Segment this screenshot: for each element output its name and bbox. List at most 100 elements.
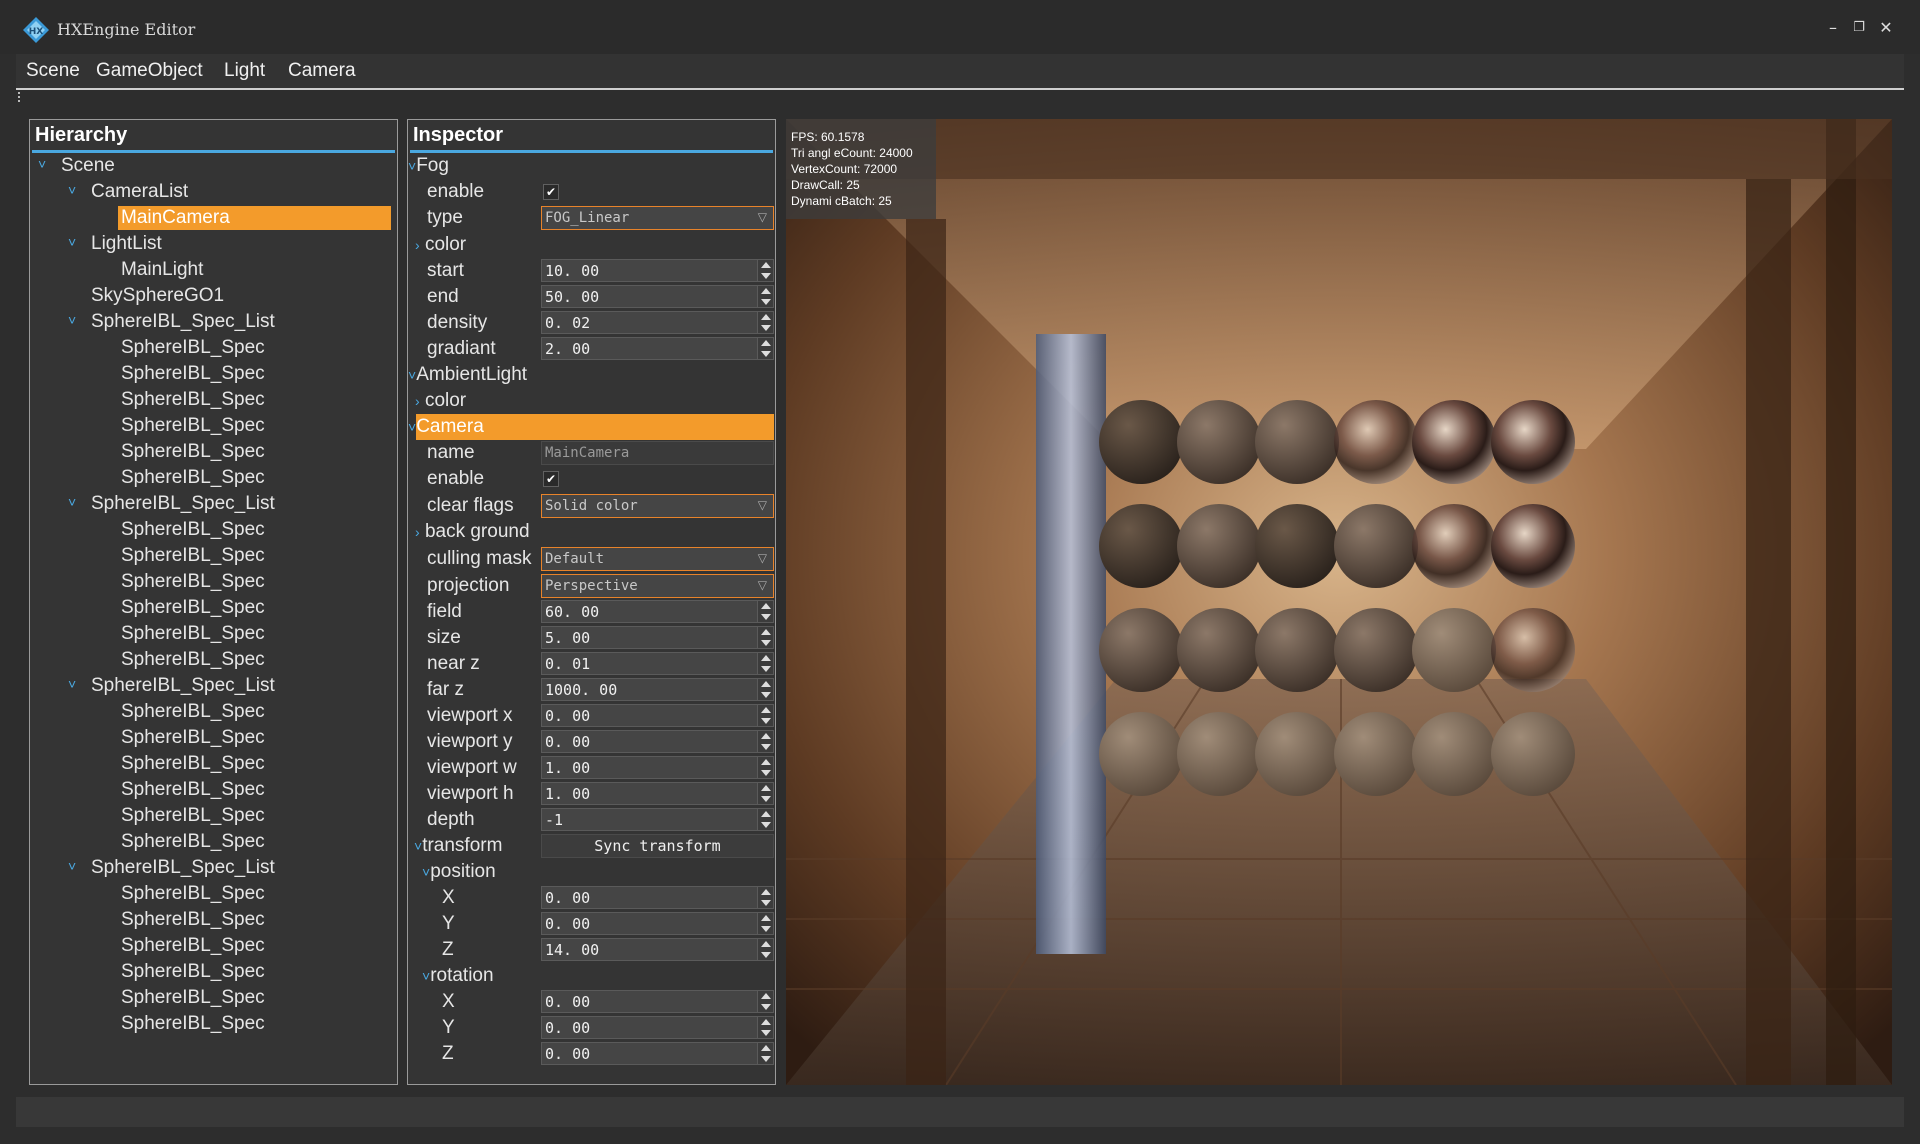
position-x-spinbox[interactable]: 0. 00 [541, 886, 774, 909]
spin-arrows-icon[interactable] [757, 1043, 773, 1064]
tree-row[interactable]: SphereIBL_Spec [30, 960, 395, 984]
field-spinbox[interactable]: 60. 00 [541, 600, 774, 623]
far-z-spinbox[interactable]: 1000. 00 [541, 678, 774, 701]
tree-row[interactable]: ˅ Scene [30, 154, 395, 178]
tree-row[interactable]: ˅ SphereIBL_Spec_List [30, 856, 395, 880]
rotation-x-spinbox[interactable]: 0. 00 [541, 990, 774, 1013]
viewport-w-spinbox[interactable]: 1. 00 [541, 756, 774, 779]
rotation-row[interactable]: ˅rotation [422, 964, 494, 988]
tree-row[interactable]: SphereIBL_Spec [30, 778, 395, 802]
tree-row[interactable]: SphereIBL_Spec [30, 1012, 395, 1036]
transform-row[interactable]: ˅transform [414, 834, 502, 858]
tree-row[interactable]: SphereIBL_Spec [30, 596, 395, 620]
fog-gradiant-spinbox[interactable]: 2. 00 [541, 337, 774, 360]
spin-arrows-icon[interactable] [757, 627, 773, 648]
position-z-spinbox[interactable]: 14. 00 [541, 938, 774, 961]
tree-row[interactable]: SphereIBL_Spec [30, 882, 395, 906]
viewport-x-spinbox[interactable]: 0. 00 [541, 704, 774, 727]
tree-row[interactable]: SphereIBL_Spec [30, 518, 395, 542]
viewport-h-spinbox[interactable]: 1. 00 [541, 782, 774, 805]
camera-name-field[interactable]: MainCamera [541, 441, 774, 465]
projection-select[interactable]: Perspective ▽ [541, 574, 774, 598]
toolbar-grip[interactable] [18, 92, 21, 102]
tree-row[interactable]: ˅ LightList [30, 232, 395, 256]
camera-enable-checkbox[interactable]: ✔ [543, 471, 559, 487]
close-icon[interactable]: ✕ [1876, 18, 1896, 38]
spin-arrows-icon[interactable] [757, 338, 773, 359]
tree-row[interactable]: SphereIBL_Spec [30, 336, 395, 360]
spin-arrows-icon[interactable] [757, 601, 773, 622]
tree-row[interactable]: SkySphereGO1 [30, 284, 395, 308]
scene-viewport[interactable] [786, 119, 1892, 1085]
rotation-y-spinbox[interactable]: 0. 00 [541, 1016, 774, 1039]
menu-scene[interactable]: Scene [26, 60, 80, 82]
spin-arrows-icon[interactable] [757, 783, 773, 804]
tree-row[interactable]: SphereIBL_Spec [30, 752, 395, 776]
background-row[interactable]: › back ground [415, 520, 530, 544]
ambient-section-header[interactable]: ˅AmbientLight [408, 363, 527, 387]
rotation-z-spinbox[interactable]: 0. 00 [541, 1042, 774, 1065]
spin-arrows-icon[interactable] [757, 887, 773, 908]
chevron-down-icon[interactable]: ˅ [68, 234, 82, 250]
menu-light[interactable]: Light [224, 60, 265, 82]
tree-row[interactable]: SphereIBL_Spec [30, 622, 395, 646]
tree-row[interactable]: SphereIBL_Spec [30, 440, 395, 464]
tree-row[interactable]: SphereIBL_Spec [30, 388, 395, 412]
chevron-down-icon[interactable]: ˅ [68, 312, 82, 328]
spin-arrows-icon[interactable] [757, 286, 773, 307]
tree-row[interactable]: ˅ SphereIBL_Spec_List [30, 674, 395, 698]
fog-start-spinbox[interactable]: 10. 00 [541, 259, 774, 282]
menu-gameobject[interactable]: GameObject [96, 60, 203, 82]
fog-section-header[interactable]: ˅Fog [408, 154, 449, 178]
chevron-down-icon[interactable]: ˅ [68, 182, 82, 198]
tree-row[interactable]: SphereIBL_Spec [30, 544, 395, 568]
tree-row[interactable]: SphereIBL_Spec [30, 362, 395, 386]
chevron-down-icon[interactable]: ˅ [38, 156, 52, 172]
minimize-icon[interactable]: – [1823, 18, 1843, 38]
spin-arrows-icon[interactable] [757, 679, 773, 700]
spin-arrows-icon[interactable] [757, 809, 773, 830]
tree-row[interactable]: SphereIBL_Spec [30, 570, 395, 594]
tree-row[interactable]: ˅ SphereIBL_Spec_List [30, 492, 395, 516]
tree-row[interactable]: SphereIBL_Spec [30, 908, 395, 932]
camera-section-header[interactable]: ˅Camera [408, 415, 484, 439]
tree-row[interactable]: SphereIBL_Spec [30, 934, 395, 958]
spin-arrows-icon[interactable] [757, 757, 773, 778]
tree-row[interactable]: ˅ SphereIBL_Spec_List [30, 310, 395, 334]
spin-arrows-icon[interactable] [757, 913, 773, 934]
tree-row[interactable]: SphereIBL_Spec [30, 466, 395, 490]
clear-flags-select[interactable]: Solid color ▽ [541, 494, 774, 518]
ambient-color-row[interactable]: › color [415, 389, 466, 413]
spin-arrows-icon[interactable] [757, 705, 773, 726]
spin-arrows-icon[interactable] [757, 1017, 773, 1038]
tree-row[interactable]: SphereIBL_Spec [30, 726, 395, 750]
fog-type-select[interactable]: FOG_Linear ▽ [541, 206, 774, 230]
position-row[interactable]: ˅position [422, 860, 496, 884]
spin-arrows-icon[interactable] [757, 653, 773, 674]
position-y-spinbox[interactable]: 0. 00 [541, 912, 774, 935]
size-spinbox[interactable]: 5. 00 [541, 626, 774, 649]
fog-density-spinbox[interactable]: 0. 02 [541, 311, 774, 334]
tree-row[interactable]: MainLight [30, 258, 395, 282]
chevron-down-icon[interactable]: ˅ [68, 676, 82, 692]
tree-row[interactable]: SphereIBL_Spec [30, 986, 395, 1010]
tree-row[interactable]: SphereIBL_Spec [30, 830, 395, 854]
menu-camera[interactable]: Camera [288, 60, 356, 82]
viewport-y-spinbox[interactable]: 0. 00 [541, 730, 774, 753]
near-z-spinbox[interactable]: 0. 01 [541, 652, 774, 675]
restore-icon[interactable]: ❐ [1849, 18, 1869, 38]
spin-arrows-icon[interactable] [757, 260, 773, 281]
chevron-down-icon[interactable]: ˅ [68, 494, 82, 510]
spin-arrows-icon[interactable] [757, 731, 773, 752]
tree-row[interactable]: SphereIBL_Spec [30, 700, 395, 724]
tree-row[interactable]: ˅ CameraList [30, 180, 395, 204]
spin-arrows-icon[interactable] [757, 991, 773, 1012]
spin-arrows-icon[interactable] [757, 312, 773, 333]
tree-row[interactable]: MainCamera [30, 206, 395, 230]
fog-enable-checkbox[interactable]: ✔ [543, 184, 559, 200]
tree-row[interactable]: SphereIBL_Spec [30, 414, 395, 438]
culling-mask-select[interactable]: Default ▽ [541, 547, 774, 571]
tree-row[interactable]: SphereIBL_Spec [30, 804, 395, 828]
fog-color-row[interactable]: › color [415, 233, 466, 257]
depth-spinbox[interactable]: -1 [541, 808, 774, 831]
